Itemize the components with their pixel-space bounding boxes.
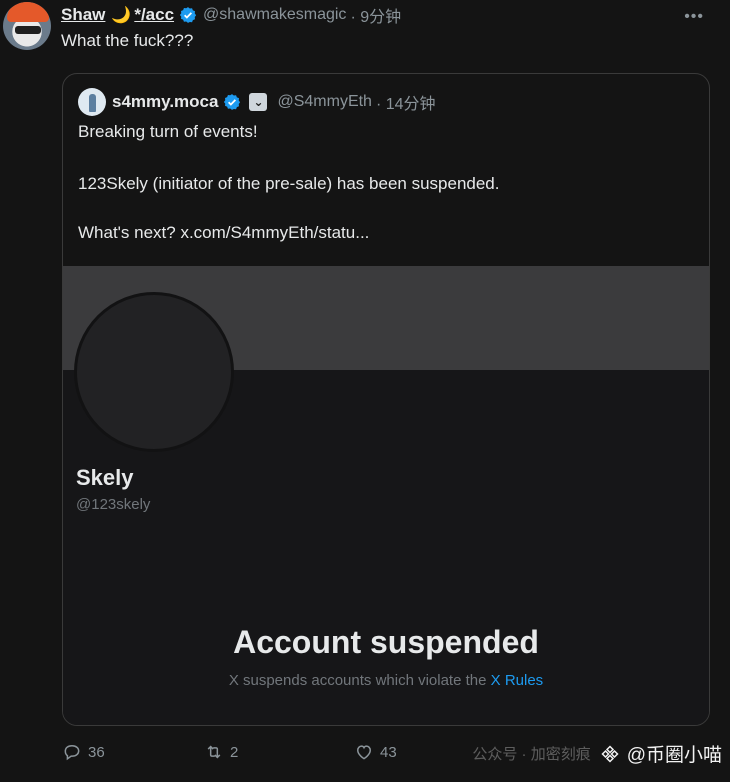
quoted-tweet-time[interactable]: · 14分钟 (376, 90, 436, 114)
retweet-icon (207, 745, 221, 759)
retweet-button[interactable]: 2 (204, 742, 238, 762)
quoted-author-name[interactable]: s4mmy.moca (112, 92, 218, 112)
author-name[interactable]: Shaw (61, 5, 105, 25)
reply-count: 36 (88, 743, 105, 761)
heart-icon (356, 745, 372, 760)
quoted-author-avatar[interactable] (78, 88, 106, 116)
quoted-text-line[interactable]: What's next? x.com/S4mmyEth/statu... (78, 223, 369, 243)
profile-avatar-placeholder (74, 292, 234, 452)
tweet-text: What the fuck??? (61, 31, 194, 50)
quoted-text-line: 123Skely (initiator of the pre-sale) has… (78, 174, 500, 193)
author-handle[interactable]: @shawmakesmagic (203, 6, 346, 24)
more-icon[interactable]: ••• (684, 8, 704, 26)
account-suspended-title: Account suspended (233, 624, 539, 660)
suspended-profile-image[interactable]: Skely @123skely Account suspended X susp… (63, 266, 709, 725)
author-name-suffix[interactable]: */acc (134, 5, 174, 25)
watermark-text: @币圈小喵 (626, 745, 722, 766)
x-rules-link[interactable]: X Rules (491, 672, 544, 689)
quoted-text-line: Breaking turn of events! (78, 122, 258, 141)
quoted-tweet-card[interactable]: s4mmy.moca ⌄ @S4mmyEth · 14分钟 Breaking t… (62, 73, 710, 726)
binance-logo-icon (601, 744, 619, 763)
like-count: 43 (380, 743, 397, 761)
verified-badge-icon (179, 7, 197, 23)
avatar-glasses (15, 26, 41, 34)
reply-icon (64, 744, 80, 761)
quoted-tweet-header: s4mmy.moca ⌄ @S4mmyEth · 14分钟 (78, 88, 436, 116)
retweet-count: 2 (230, 743, 239, 761)
suspended-profile-name: Skely (76, 465, 134, 490)
moon-emoji-icon: 🌙 (111, 7, 132, 24)
verified-badge-icon (224, 94, 241, 110)
suspended-subtitle-text: X suspends accounts which violate the (228, 672, 491, 689)
watermark-faint-text: 公众号 · 加密刻痕 (472, 746, 591, 763)
affiliate-badge-icon[interactable]: ⌄ (249, 93, 268, 111)
tweet-time[interactable]: · 9分钟 (350, 3, 401, 27)
quoted-author-handle[interactable]: @S4mmyEth (277, 93, 371, 111)
tweet-header: Shaw 🌙 */acc @shawmakesmagic · 9分钟 (61, 4, 401, 26)
suspended-profile-handle: @123skely (76, 496, 151, 513)
reply-button[interactable]: 36 (62, 742, 105, 762)
watermark: 公众号 · 加密刻痕 @币圈小喵 (472, 740, 722, 767)
author-avatar[interactable] (3, 2, 51, 50)
like-button[interactable]: 43 (354, 742, 397, 762)
avatar-cap (7, 2, 49, 22)
account-suspended-subtitle: X suspends accounts which violate the X … (63, 672, 709, 689)
